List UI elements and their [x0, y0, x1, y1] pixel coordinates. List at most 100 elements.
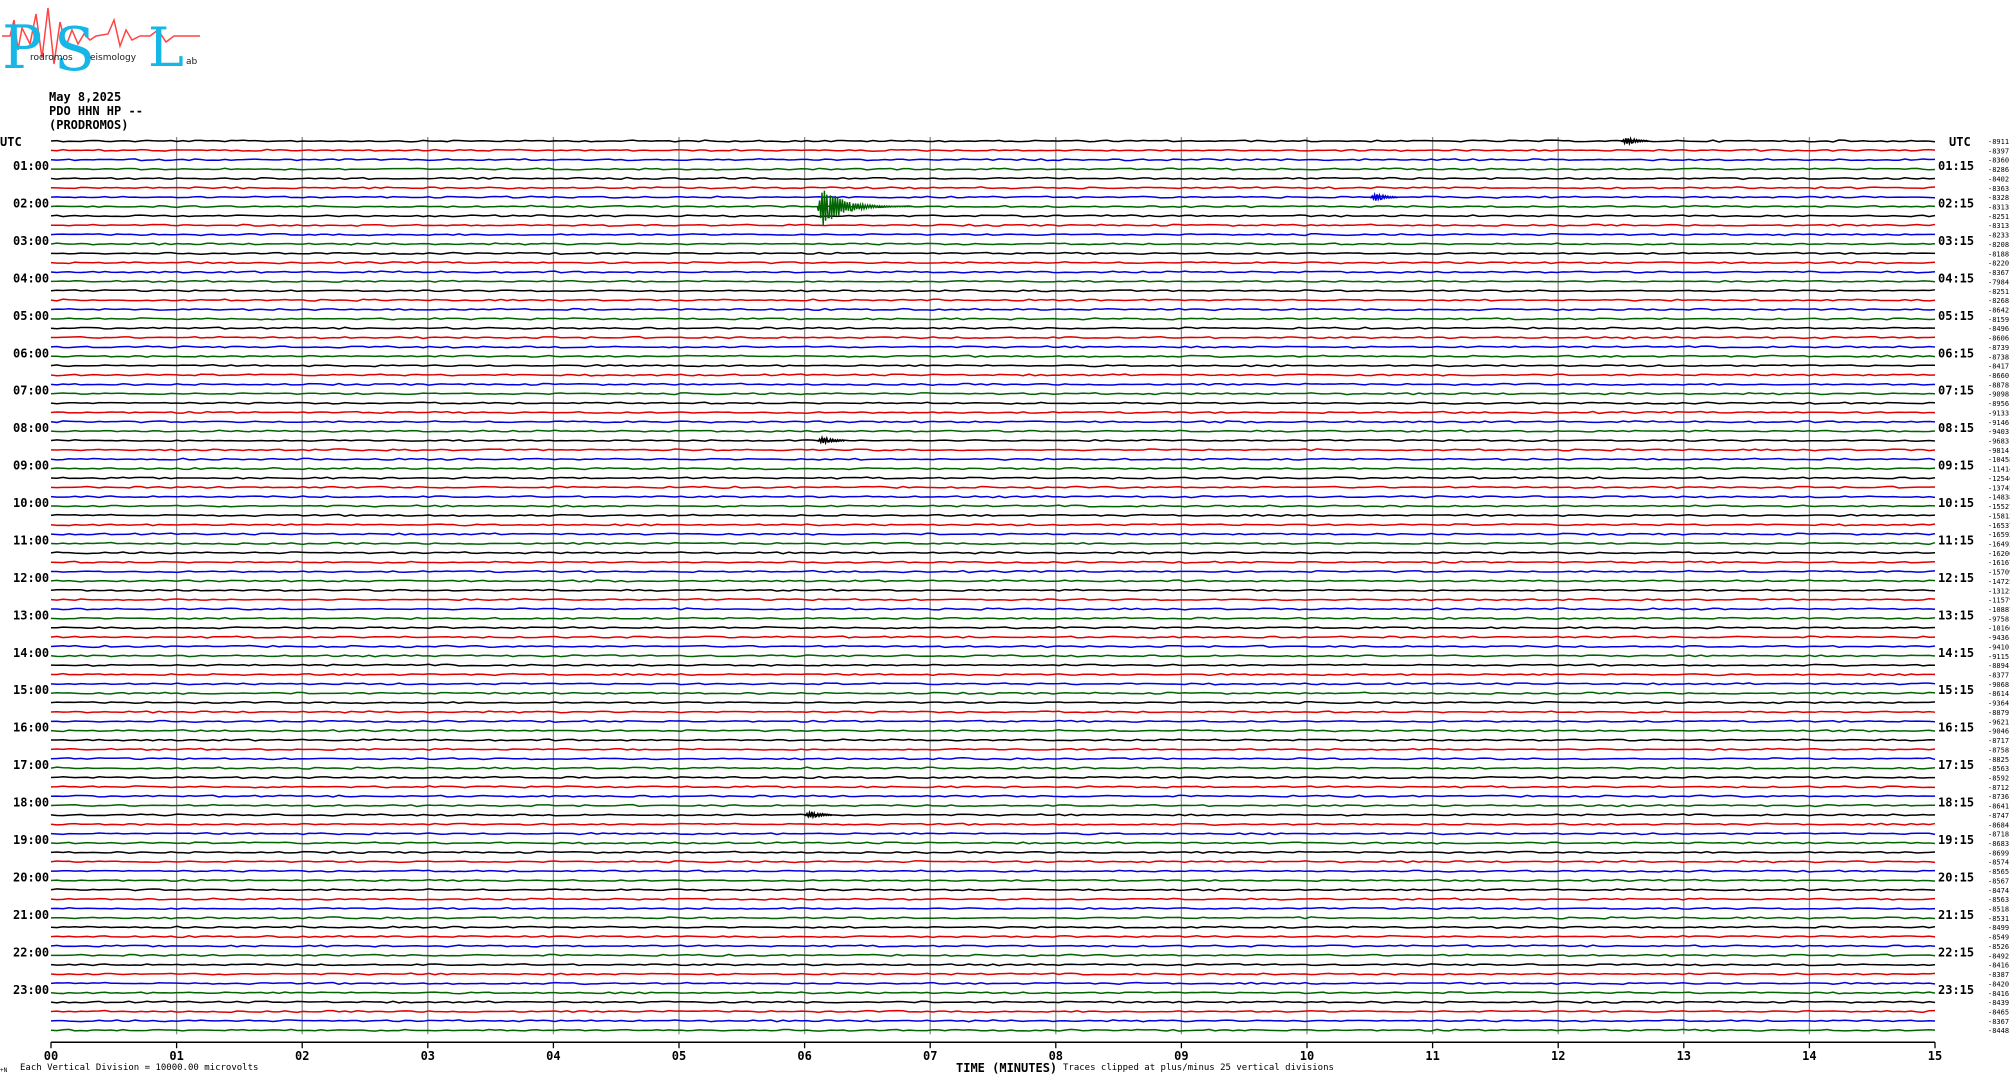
left-axis-label: UTC	[0, 135, 22, 149]
trace-row-39	[50, 504, 1936, 508]
row-offset-label: -8251	[1988, 213, 2009, 221]
right-time-label: 18:15	[1938, 796, 1974, 810]
row-offset-label: -8718	[1988, 831, 2009, 839]
trace-row-8	[50, 214, 1936, 218]
x-tick-label: 01	[169, 1049, 183, 1063]
row-offset-label: -8518	[1988, 906, 2009, 914]
row-offset-label: -8956	[1988, 400, 2009, 408]
left-time-label: 23:00	[13, 983, 49, 997]
row-offset-label: -8159	[1988, 316, 2009, 324]
trace-row-30	[50, 420, 1936, 424]
trace-row-64	[50, 738, 1936, 742]
trace-row-65	[50, 747, 1936, 751]
trace-row-55	[50, 654, 1936, 658]
trace-row-4	[50, 176, 1936, 181]
trace-row-71	[50, 803, 1936, 808]
row-offset-label: -9046	[1988, 728, 2009, 736]
trace-row-74	[50, 832, 1936, 836]
left-time-label: 02:00	[13, 197, 49, 211]
right-time-label: 11:15	[1938, 533, 1974, 547]
x-tick-label: 06	[797, 1049, 811, 1063]
row-offset-label: -16592	[1988, 531, 2010, 539]
row-offset-label: -9683	[1988, 438, 2009, 446]
row-offset-label: -8286	[1988, 166, 2009, 174]
row-offset-label: -8377	[1988, 672, 2009, 680]
x-tick-label: 05	[672, 1049, 686, 1063]
row-offset-label: -15813	[1988, 512, 2010, 520]
trace-row-33	[50, 448, 1936, 452]
row-offset-label: -8363	[1988, 185, 2009, 193]
row-offset-label: -7984	[1988, 278, 2009, 286]
row-offset-label: -8642	[1988, 306, 2009, 314]
trace-row-21	[50, 335, 1936, 340]
right-axis-label: UTC	[1949, 135, 1971, 149]
row-offset-label: -8911	[1988, 138, 2009, 146]
row-offset-label: -8397	[1988, 147, 2009, 155]
row-offset-label: -8894	[1988, 662, 2009, 670]
row-offset-label: -9814	[1988, 447, 2009, 455]
row-offset-label: -8684	[1988, 821, 2009, 829]
trace-row-95	[50, 1028, 1936, 1032]
trace-row-52	[50, 626, 1936, 630]
right-time-label: 12:15	[1938, 571, 1974, 585]
left-time-label: 07:00	[13, 384, 49, 398]
row-offset-label: -10458	[1988, 456, 2010, 464]
row-offset-label: -9133	[1988, 409, 2009, 417]
row-offset-label: -9403	[1988, 428, 2009, 436]
right-time-label: 14:15	[1938, 646, 1974, 660]
x-tick-label: 04	[546, 1049, 560, 1063]
trace-row-26	[50, 382, 1936, 387]
trace-row-90	[50, 981, 1936, 986]
trace-row-86	[50, 944, 1936, 948]
trace-row-0	[50, 139, 1936, 143]
row-offset-label: -10160	[1988, 625, 2010, 633]
trace-row-40	[50, 513, 1936, 518]
row-offset-label: -11579	[1988, 597, 2010, 605]
row-offset-label: -14725	[1988, 578, 2010, 586]
left-time-label: 08:00	[13, 421, 49, 435]
trace-row-13	[50, 261, 1936, 265]
trace-row-45	[50, 560, 1936, 564]
trace-row-25	[50, 373, 1936, 377]
right-time-label: 23:15	[1938, 983, 1974, 997]
trace-row-56	[50, 663, 1936, 667]
row-offset-label: -9115	[1988, 653, 2009, 661]
row-offset-label: -8313	[1988, 222, 2009, 230]
trace-row-76	[50, 850, 1936, 855]
left-time-label: 14:00	[13, 646, 49, 660]
trace-row-51	[50, 616, 1936, 620]
row-offset-label: -8402	[1988, 175, 2009, 183]
event-burst-3	[816, 434, 846, 446]
trace-row-31	[50, 429, 1936, 433]
row-offset-label: -9436	[1988, 634, 2009, 642]
row-offset-label: -9758	[1988, 615, 2009, 623]
x-tick-label: 02	[295, 1049, 309, 1063]
right-time-label: 10:15	[1938, 496, 1974, 510]
right-time-label: 07:15	[1938, 384, 1974, 398]
row-offset-label: -8268	[1988, 297, 2009, 305]
left-time-label: 10:00	[13, 496, 49, 510]
trace-row-9	[50, 223, 1936, 227]
trace-row-73	[50, 822, 1936, 826]
trace-row-11	[50, 242, 1936, 246]
trace-row-63	[50, 729, 1936, 733]
trace-row-34	[50, 457, 1936, 461]
helicorder-plot: UTC UTC 01:00 02:00 03:00 04:00 05:00 06:00 07:0…	[0, 135, 2010, 1075]
trace-row-92	[50, 1000, 1936, 1004]
row-offset-label: -8574	[1988, 859, 2009, 867]
left-time-label: 18:00	[13, 796, 49, 810]
trace-row-75	[50, 841, 1936, 845]
right-time-label: 15:15	[1938, 683, 1974, 697]
trace-row-84	[50, 925, 1936, 929]
row-offset-label: -8717	[1988, 737, 2009, 745]
row-offset-label: -8641	[1988, 803, 2009, 811]
row-offset-label: -8448	[1988, 1027, 2009, 1035]
trace-row-23	[50, 354, 1936, 358]
x-tick-label: 03	[421, 1049, 435, 1063]
trace-row-69	[50, 785, 1936, 789]
trace-row-3	[50, 167, 1936, 171]
row-offset-label: -8313	[1988, 204, 2009, 212]
trace-row-2	[50, 157, 1936, 162]
left-time-label: 19:00	[13, 833, 49, 847]
trace-row-62	[50, 719, 1936, 723]
